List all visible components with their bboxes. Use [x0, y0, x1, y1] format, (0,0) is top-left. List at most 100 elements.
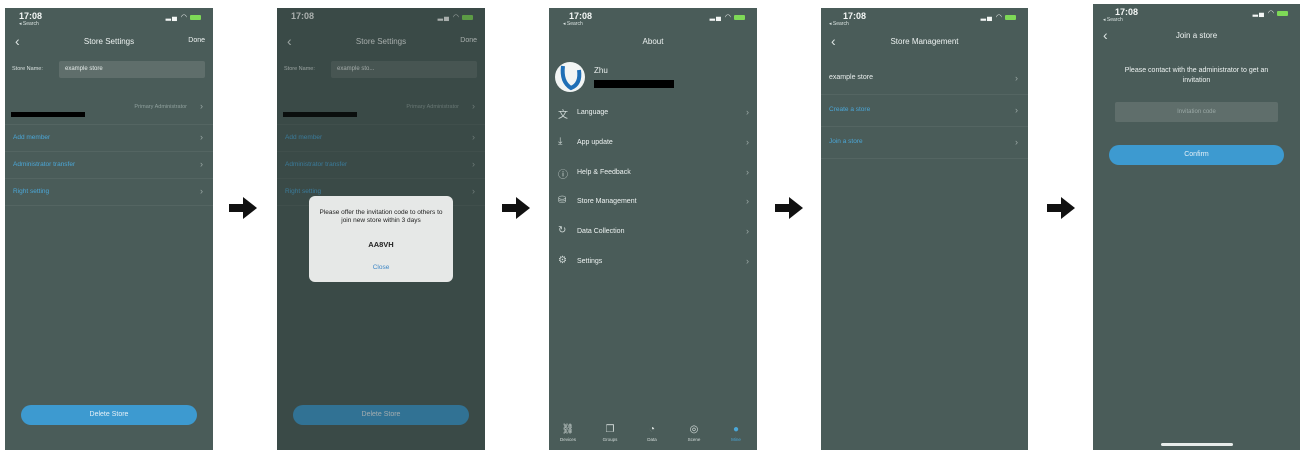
chevron-right-icon: › [746, 137, 749, 147]
menu-label: App update [577, 139, 613, 146]
avatar[interactable] [555, 62, 585, 92]
navbar: ‹ Store Settings Done [5, 32, 213, 54]
row-label: Administrator transfer [13, 161, 76, 168]
status-time: 17:08 [843, 11, 867, 21]
menu-help-feedback[interactable]: ⓘ Help & Feedback › [549, 158, 757, 187]
menu-label: Data Collection [577, 228, 625, 235]
navbar: ‹ Join a store [1093, 26, 1300, 48]
store-name-input[interactable]: example store [59, 61, 205, 78]
download-icon: ⤓ [558, 136, 563, 147]
menu-label: Store Management [577, 198, 637, 205]
back-to-search[interactable]: ◂ Search [1103, 17, 1123, 23]
row-label: Right setting [13, 188, 50, 195]
page-title: Store Management [890, 37, 959, 46]
store-name-label: Store Name: [12, 66, 43, 72]
page-title: Join a store [1175, 31, 1218, 40]
status-bar: 17:08 ◂ Search ▂▄ ◠ [5, 8, 213, 30]
back-to-search[interactable]: ◂ Search [829, 21, 849, 27]
row-admin-transfer[interactable]: Administrator transfer › [5, 152, 213, 179]
language-icon: 文 [558, 110, 568, 121]
menu-language[interactable]: 文 Language › [549, 98, 757, 127]
redacted-account [594, 80, 674, 88]
page-title: Store Settings [83, 37, 135, 46]
chevron-right-icon: › [200, 101, 203, 111]
navbar: ‹ Store Management [821, 32, 1028, 54]
status-icons: ▂▄ ◠ [710, 13, 745, 21]
arrow-right-icon [775, 197, 803, 219]
chevron-right-icon: › [1015, 73, 1018, 83]
row-label: Create a store [829, 106, 871, 113]
row-label: example store [829, 74, 873, 81]
status-icons: ▂▄ ◠ [166, 13, 201, 21]
delete-store-button[interactable]: Delete Store [21, 405, 197, 425]
chevron-right-icon: › [746, 196, 749, 206]
arrow-right-icon [1047, 197, 1075, 219]
scene-icon: ◎ [689, 424, 699, 435]
back-to-search[interactable]: ◂ Search [563, 21, 583, 27]
invitation-dialog: Please offer the invitation code to othe… [309, 196, 453, 282]
store-name-row: Store Name: example store [5, 60, 213, 80]
menu-label: Language [577, 109, 609, 116]
menu-settings[interactable]: ⚙ Settings › [549, 247, 757, 276]
phone-join-store: 17:08 ◂ Search ▂▄ ◠ ‹ Join a store Pleas… [1093, 4, 1300, 450]
chevron-right-icon: › [200, 132, 203, 142]
chevron-right-icon: › [746, 256, 749, 266]
user-icon: ● [732, 424, 740, 435]
tab-label: Scene [687, 437, 701, 442]
phone-about: 17:08 ◂ Search ▂▄ ◠ About Zhu 文 Language… [549, 8, 757, 450]
dialog-close-button[interactable]: Close [309, 264, 453, 271]
groups-icon: ❐ [605, 424, 615, 435]
battery-icon [734, 14, 745, 20]
row-example-store[interactable]: example store › [821, 64, 1028, 95]
tab-mine[interactable]: ● Mine [721, 424, 751, 442]
chevron-right-icon: › [200, 186, 203, 196]
page-title: About [642, 37, 664, 46]
chevron-right-icon: › [200, 159, 203, 169]
row-label: Add member [13, 134, 51, 141]
tab-label: Groups [602, 437, 618, 442]
tab-groups[interactable]: ❐ Groups [595, 424, 625, 442]
database-icon: ⛁ [558, 195, 567, 206]
data-icon: ◔ [648, 424, 656, 435]
tab-label: Data [647, 437, 657, 442]
row-create-store[interactable]: Create a store › [821, 96, 1028, 127]
phone-store-settings-dialog: 17:08 ▂▄ ◠ ‹ Store Settings Done Store N… [277, 8, 485, 450]
battery-icon [1005, 14, 1016, 20]
invitation-code-input[interactable]: Invitation code [1115, 102, 1278, 122]
link-icon: ⛓ [561, 424, 575, 435]
row-join-store[interactable]: Join a store › [821, 128, 1028, 159]
row-right-setting[interactable]: Right setting › [5, 179, 213, 206]
invitation-code: AA8VH [368, 240, 394, 249]
phone-store-settings: 17:08 ◂ Search ▂▄ ◠ ‹ Store Settings Don… [5, 8, 213, 450]
menu-label: Help & Feedback [577, 169, 631, 176]
back-to-search[interactable]: ◂ Search [19, 21, 39, 27]
tab-bar: ⛓ Devices ❐ Groups ◔ Data ◎ Scene ● Mine [549, 406, 757, 450]
refresh-icon: ↻ [558, 225, 567, 236]
phone-store-management: 17:08 ◂ Search ▂▄ ◠ ‹ Store Management e… [821, 8, 1028, 450]
status-bar: 17:08 ◂ Search ▂▄ ◠ [1093, 4, 1300, 26]
battery-icon [190, 14, 201, 20]
chevron-right-icon: › [1015, 105, 1018, 115]
gear-icon: ⚙ [558, 255, 567, 266]
tab-data[interactable]: ◔ Data [637, 424, 667, 442]
arrow-right-icon [502, 197, 530, 219]
status-time: 17:08 [1115, 7, 1139, 17]
tab-devices[interactable]: ⛓ Devices [553, 424, 583, 442]
done-button[interactable]: Done [188, 37, 205, 44]
tab-scene[interactable]: ◎ Scene [679, 424, 709, 442]
menu-data-collection[interactable]: ↻ Data Collection › [549, 217, 757, 246]
home-indicator [1161, 443, 1233, 446]
chevron-right-icon: › [746, 226, 749, 236]
battery-icon [1277, 10, 1288, 16]
chevron-right-icon: › [1015, 137, 1018, 147]
arrow-right-icon [229, 197, 257, 219]
confirm-button[interactable]: Confirm [1109, 145, 1284, 165]
tab-label: Mine [731, 437, 741, 442]
menu-store-management[interactable]: ⛁ Store Management › [549, 187, 757, 216]
primary-admin-row[interactable]: Primary Administrator › [5, 94, 213, 125]
menu-app-update[interactable]: ⤓ App update › [549, 128, 757, 157]
redacted-admin [11, 112, 85, 117]
row-add-member[interactable]: Add member › [5, 125, 213, 152]
status-icons: ▂▄ ◠ [1253, 9, 1288, 17]
chevron-right-icon: › [746, 107, 749, 117]
